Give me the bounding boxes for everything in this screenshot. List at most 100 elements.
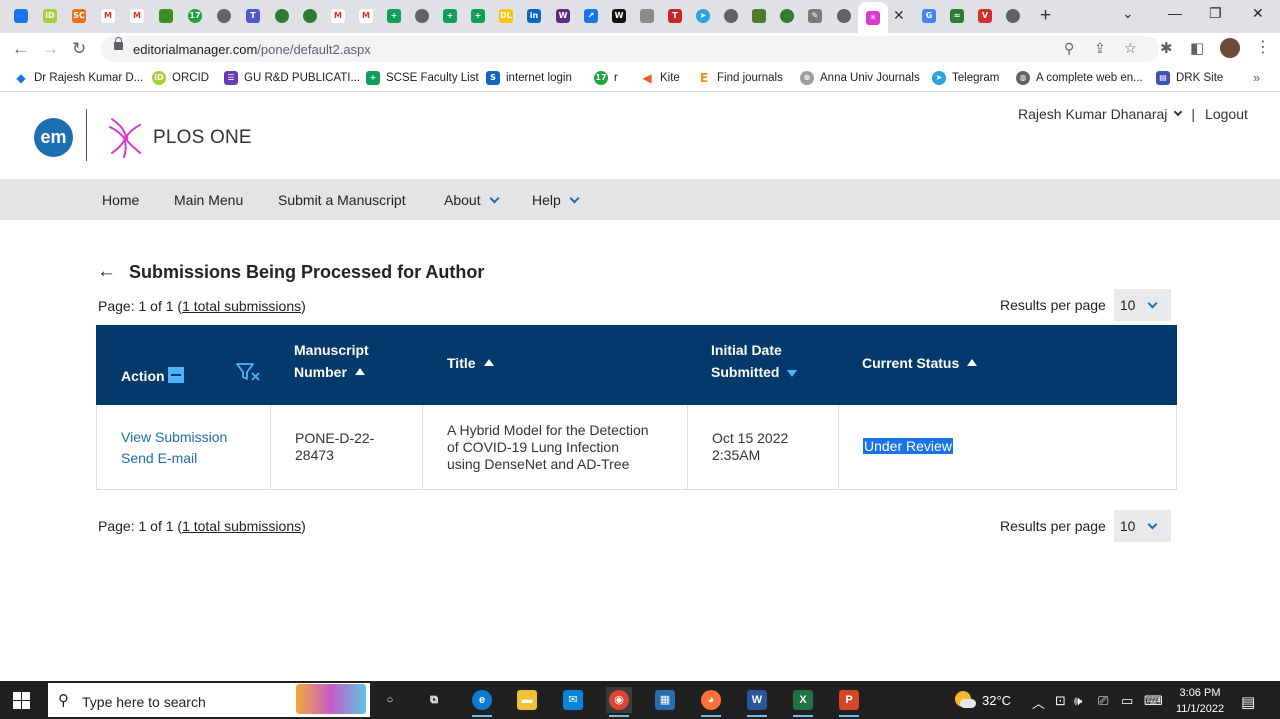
column-initial-date[interactable]: Initial Date Submitted xyxy=(711,339,798,383)
total-submissions-link[interactable]: 1 total submissions xyxy=(182,518,301,534)
battery-icon[interactable]: ▭ xyxy=(1121,693,1133,709)
browser-tab[interactable] xyxy=(831,4,857,28)
browser-tab[interactable]: ✎ xyxy=(802,4,828,28)
browser-tab[interactable] xyxy=(746,4,772,28)
forward-icon[interactable]: → xyxy=(42,39,59,59)
browser-tab[interactable] xyxy=(297,4,323,28)
chrome-icon[interactable]: ◉ xyxy=(606,687,632,717)
browser-tab[interactable]: M xyxy=(353,4,379,28)
display-icon[interactable]: ⎚ xyxy=(1098,693,1108,709)
browser-tab[interactable]: W xyxy=(606,4,632,28)
sort-ascending-icon[interactable] xyxy=(967,359,978,366)
browser-tab[interactable]: T xyxy=(662,4,688,28)
keyboard-icon[interactable]: ⌨ xyxy=(1144,693,1163,709)
cortana-icon[interactable]: ○ xyxy=(377,687,403,713)
column-title[interactable]: Title xyxy=(447,352,494,374)
more-menu-icon[interactable]: ⋮ xyxy=(1255,37,1271,57)
browser-tab[interactable]: W xyxy=(550,4,576,28)
back-arrow-icon[interactable]: ← xyxy=(97,261,116,283)
powerpoint-icon[interactable]: P xyxy=(836,687,862,717)
share-icon[interactable]: ⇪ xyxy=(1094,40,1106,57)
logout-link[interactable]: Logout xyxy=(1205,106,1248,122)
bookmark-item[interactable]: E Find journals xyxy=(697,71,783,85)
bookmark-item[interactable]: ◍ A complete web en... xyxy=(1016,71,1143,85)
browser-tab[interactable]: V xyxy=(972,4,998,28)
bookmark-item[interactable]: Sinternet login xyxy=(486,71,572,85)
browser-tab[interactable]: G xyxy=(916,4,942,28)
extensions-icon[interactable]: ✱ xyxy=(1160,39,1173,57)
browser-tab[interactable] xyxy=(774,4,800,28)
bookmark-item[interactable]: ◀ Kite xyxy=(640,71,679,85)
view-submission-link[interactable]: View Submission xyxy=(121,427,227,448)
bookmark-item[interactable]: ⊛ Anna Univ Journals xyxy=(800,71,920,85)
taskbar-clock[interactable]: 3:06 PM 11/1/2022 xyxy=(1170,685,1230,717)
word-icon[interactable]: W xyxy=(744,687,770,717)
browser-tab[interactable]: ≈ xyxy=(944,4,970,28)
bookmark-item[interactable]: ◆ Dr Rajesh Kumar D... xyxy=(14,71,143,85)
more-bookmarks-icon[interactable]: » xyxy=(1253,70,1260,85)
browser-tab[interactable]: + xyxy=(465,4,491,28)
profile-avatar[interactable] xyxy=(1220,38,1240,58)
volume-icon[interactable]: 🕪 xyxy=(1074,693,1082,709)
zoom-icon[interactable]: ⚲ xyxy=(1064,40,1074,57)
collapse-icon[interactable] xyxy=(167,367,184,383)
browser-tab[interactable]: M xyxy=(325,4,351,28)
bookmark-item[interactable]: + SCSE Faculty List xyxy=(366,71,479,85)
close-window-button[interactable]: ✕ xyxy=(1252,5,1264,22)
firefox-icon[interactable]: ◕ xyxy=(698,687,724,717)
browser-tab[interactable]: SC xyxy=(66,4,92,28)
clear-filter-icon[interactable] xyxy=(235,361,261,383)
notifications-icon[interactable]: ▤ xyxy=(1241,693,1255,711)
mail-icon[interactable]: ✉ xyxy=(560,687,586,713)
browser-tab[interactable] xyxy=(634,4,660,28)
new-tab-button[interactable]: + xyxy=(1040,5,1051,27)
side-panel-icon[interactable]: ◧ xyxy=(1190,39,1204,57)
temperature[interactable]: 32°C xyxy=(982,693,1011,708)
browser-tab[interactable] xyxy=(409,4,435,28)
browser-tab[interactable] xyxy=(718,4,744,28)
show-hidden-icons-icon[interactable]: ︿ xyxy=(1032,693,1045,712)
bookmark-item[interactable]: ➤ Telegram xyxy=(932,71,999,85)
browser-tab[interactable]: M xyxy=(124,4,150,28)
address-bar[interactable]: editorialmanager.com/pone/default2.aspx … xyxy=(101,36,1159,62)
chevron-down-icon[interactable] xyxy=(1174,107,1183,117)
back-icon[interactable]: ← xyxy=(12,39,29,59)
browser-tab[interactable]: T xyxy=(240,4,266,28)
restore-window-button[interactable]: ❐ xyxy=(1209,5,1222,22)
bookmark-item[interactable]: iD ORCID xyxy=(152,71,209,85)
edge-icon[interactable]: e xyxy=(469,687,495,717)
browser-tab[interactable]: in xyxy=(521,4,547,28)
nav-home[interactable]: Home xyxy=(102,192,139,208)
browser-tab[interactable] xyxy=(153,4,179,28)
browser-tab[interactable] xyxy=(269,4,295,28)
sort-descending-icon[interactable] xyxy=(787,370,798,377)
network-icon[interactable]: ⊡ xyxy=(1055,693,1066,709)
sort-ascending-icon[interactable] xyxy=(354,368,365,375)
browser-tab[interactable] xyxy=(1000,4,1026,28)
windows-start-icon[interactable] xyxy=(13,692,30,709)
bookmark-item[interactable]: 17 r xyxy=(594,71,618,85)
browser-tab[interactable]: DL xyxy=(493,4,519,28)
nav-help[interactable]: Help xyxy=(532,192,580,208)
send-email-link[interactable]: Send E-mail xyxy=(121,448,227,469)
bookmark-star-icon[interactable]: ☆ xyxy=(1124,40,1137,57)
reload-icon[interactable]: ↻ xyxy=(72,39,86,59)
store-icon[interactable]: ▦ xyxy=(652,687,678,713)
minimize-window-button[interactable]: — xyxy=(1168,5,1182,21)
browser-tab[interactable]: ✳ xyxy=(858,2,888,33)
file-explorer-icon[interactable]: ▬ xyxy=(514,687,540,713)
sort-ascending-icon[interactable] xyxy=(483,359,494,366)
browser-tab[interactable]: iD xyxy=(37,4,63,28)
excel-icon[interactable]: X xyxy=(790,687,816,717)
column-current-status[interactable]: Current Status xyxy=(862,352,978,374)
user-name-dropdown[interactable]: Rajesh Kumar Dhanaraj xyxy=(1018,106,1167,122)
nav-about[interactable]: About xyxy=(444,192,500,208)
browser-tab[interactable]: M xyxy=(95,4,121,28)
browser-tab[interactable]: + xyxy=(381,4,407,28)
browser-tab[interactable]: ↗ xyxy=(578,4,604,28)
nav-main-menu[interactable]: Main Menu xyxy=(174,192,243,208)
tab-search-icon[interactable]: ⌄ xyxy=(1122,5,1134,22)
browser-tab[interactable]: ➤ xyxy=(690,4,716,28)
browser-tab[interactable] xyxy=(8,4,34,28)
close-tab-icon[interactable]: ✕ xyxy=(893,7,905,24)
